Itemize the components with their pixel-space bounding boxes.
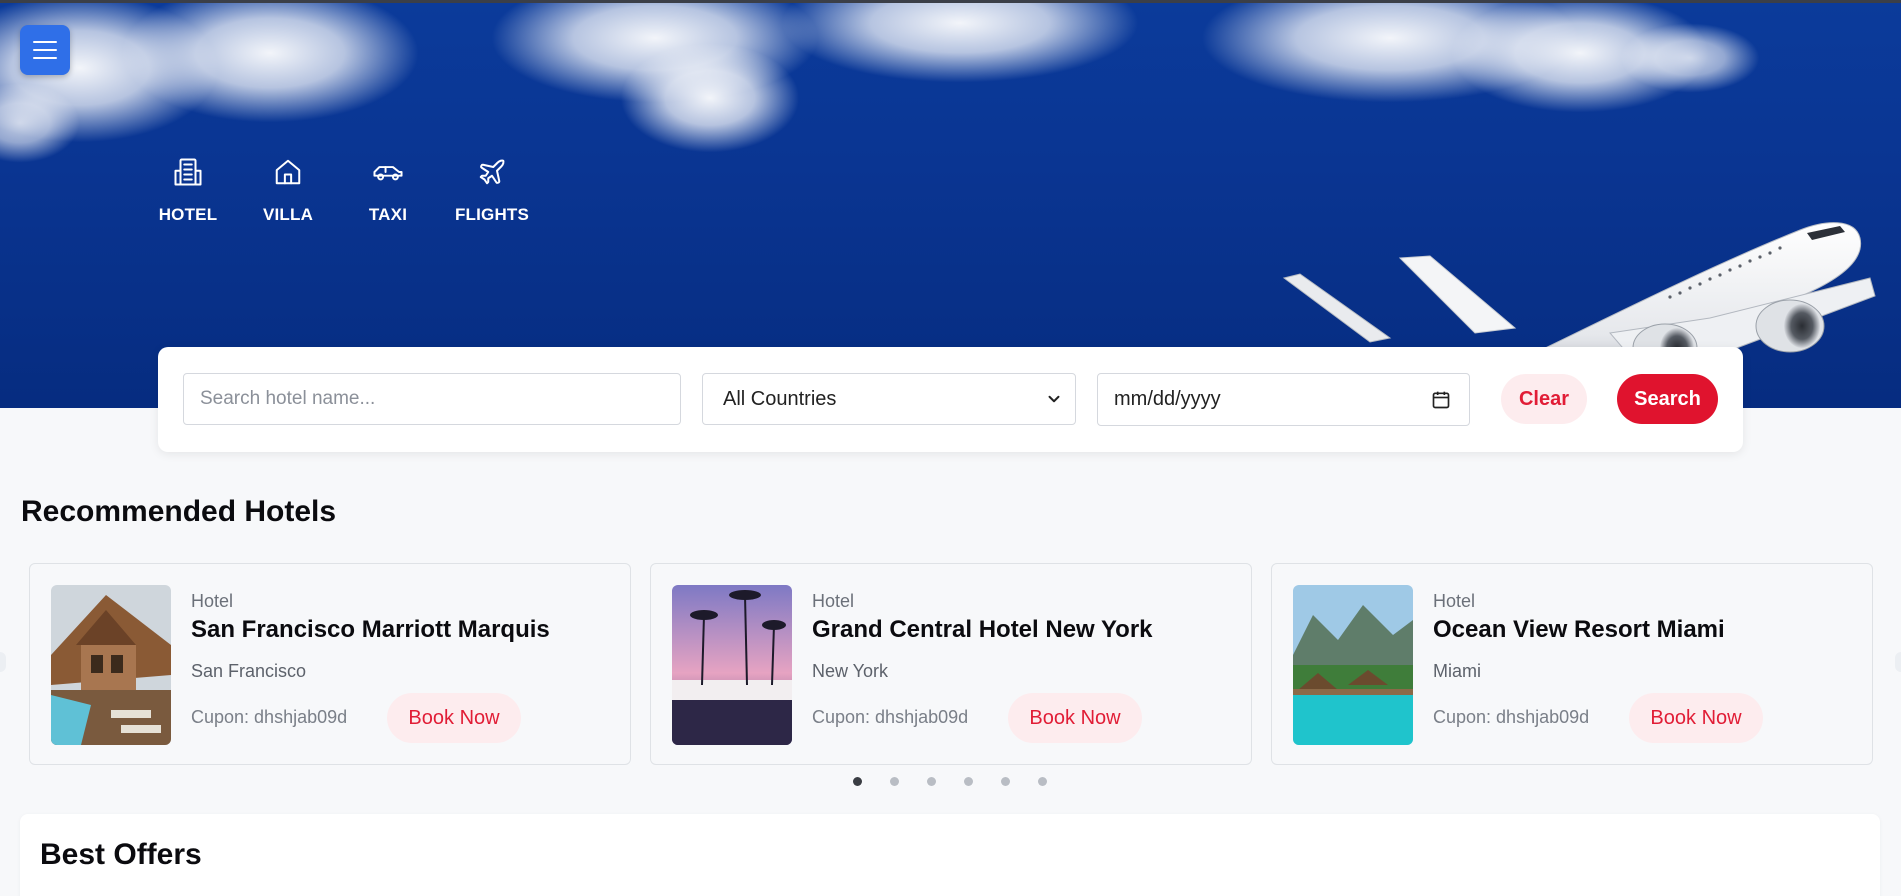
- hotel-image: [1293, 585, 1413, 745]
- hotel-image: [672, 585, 792, 745]
- chevron-down-icon: [1048, 395, 1060, 403]
- hotel-search-input[interactable]: [183, 373, 681, 425]
- category-taxi[interactable]: TAXI: [328, 157, 448, 225]
- hotel-type: Hotel: [191, 591, 234, 611]
- hotel-type: Hotel: [1433, 591, 1476, 611]
- menu-button[interactable]: [20, 25, 70, 75]
- book-now-button[interactable]: Book Now: [387, 693, 521, 743]
- hotel-city: New York: [812, 661, 889, 681]
- category-label: FLIGHTS: [454, 205, 530, 224]
- category-flights[interactable]: FLIGHTS: [432, 157, 552, 225]
- cloud: [780, 3, 1140, 83]
- hotel-image: [51, 585, 171, 745]
- hotel-city: San Francisco: [191, 661, 307, 681]
- carousel-pagination: [853, 777, 1047, 786]
- carousel-dot[interactable]: [853, 777, 862, 786]
- hotel-coupon: Cupon: dhshjab09d: [812, 707, 969, 727]
- date-input[interactable]: mm/dd/yyyy: [1097, 373, 1470, 426]
- best-offers-section: Best Offers: [20, 814, 1880, 896]
- category-label: TAXI: [368, 205, 408, 224]
- carousel-dot[interactable]: [1001, 777, 1010, 786]
- car-icon: [373, 166, 403, 181]
- search-button[interactable]: Search: [1617, 374, 1718, 424]
- date-input-value: mm/dd/yyyy: [1114, 388, 1221, 410]
- hamburger-menu-icon: [33, 41, 57, 59]
- carousel-dot[interactable]: [964, 777, 973, 786]
- book-now-button[interactable]: Book Now: [1008, 693, 1142, 743]
- carousel-dot[interactable]: [927, 777, 936, 786]
- best-offers-title: Best Offers: [40, 838, 202, 871]
- hotel-card[interactable]: Hotel Grand Central Hotel New York New Y…: [650, 563, 1252, 765]
- hotel-type: Hotel: [812, 591, 855, 611]
- hotel-card[interactable]: Hotel San Francisco Marriott Marquis San…: [29, 563, 631, 765]
- search-panel: All Countries mm/dd/yyyy Clear Search: [158, 347, 1743, 452]
- carousel-dot[interactable]: [1038, 777, 1047, 786]
- hotel-name: Grand Central Hotel New York: [812, 616, 1153, 643]
- book-now-button[interactable]: Book Now: [1629, 693, 1763, 743]
- hotel-coupon: Cupon: dhshjab09d: [191, 707, 348, 727]
- clear-button[interactable]: Clear: [1501, 374, 1587, 424]
- recommended-section-title: Recommended Hotels: [21, 495, 337, 528]
- country-select[interactable]: All Countries: [702, 373, 1076, 425]
- building-icon: [174, 158, 202, 186]
- carousel-next-arrow[interactable]: [1895, 652, 1901, 672]
- carousel-prev-arrow[interactable]: [0, 652, 6, 672]
- calendar-icon[interactable]: [1431, 390, 1451, 410]
- house-icon: [275, 159, 301, 185]
- cloud: [1620, 23, 1760, 93]
- hotel-name: Ocean View Resort Miami: [1433, 616, 1725, 643]
- cloud: [620, 43, 800, 153]
- hotel-card[interactable]: Hotel Ocean View Resort Miami Miami Cupo…: [1271, 563, 1873, 765]
- hotel-coupon: Cupon: dhshjab09d: [1433, 707, 1590, 727]
- plane-icon: [479, 159, 505, 185]
- carousel-dot[interactable]: [890, 777, 899, 786]
- hotel-name: San Francisco Marriott Marquis: [191, 616, 550, 643]
- country-select-value: All Countries: [723, 387, 837, 410]
- hotel-city: Miami: [1433, 661, 1481, 681]
